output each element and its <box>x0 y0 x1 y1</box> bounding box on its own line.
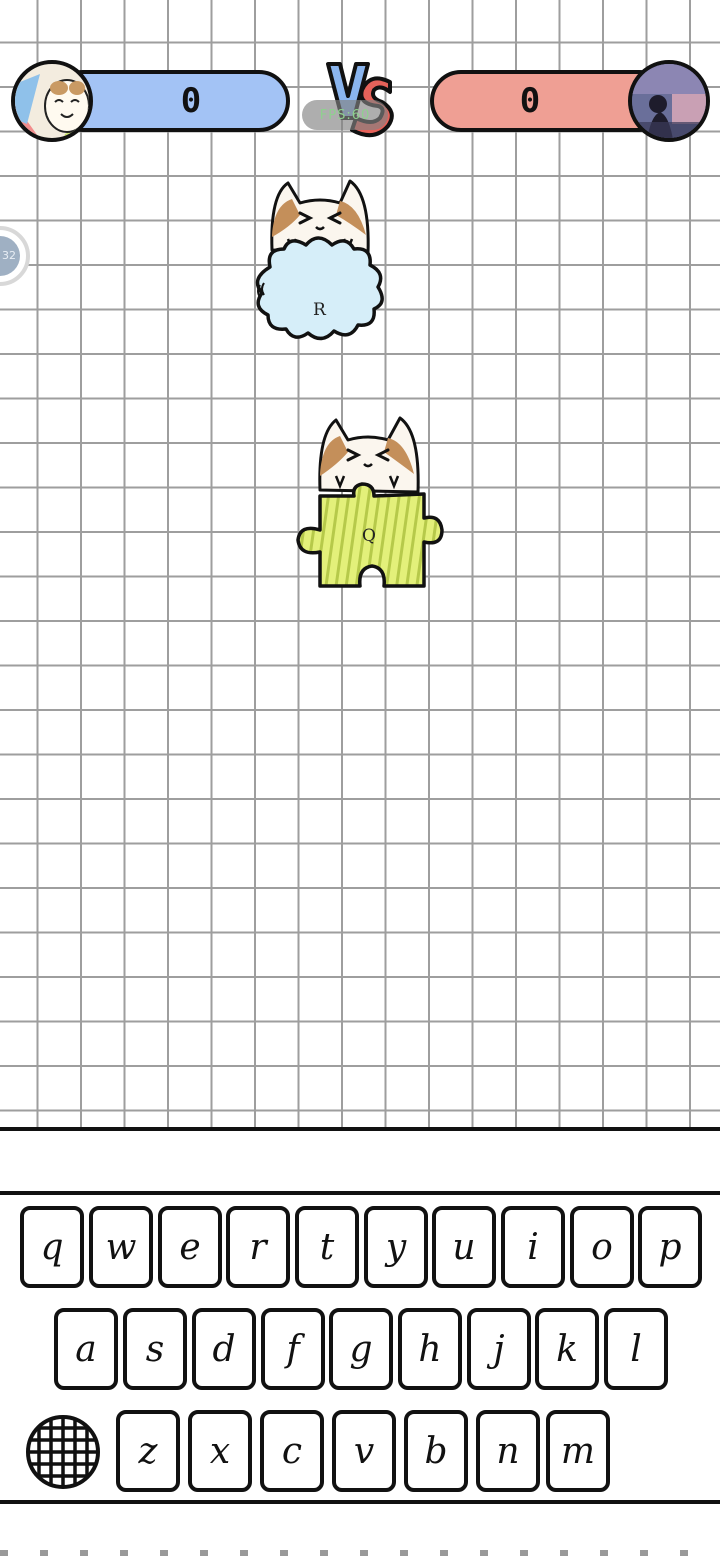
player-avatar[interactable] <box>11 60 93 142</box>
puzzle-letter: Q <box>362 526 376 546</box>
key-q[interactable]: q <box>20 1206 84 1288</box>
key-s[interactable]: s <box>123 1308 187 1390</box>
key-z[interactable]: z <box>116 1410 180 1492</box>
key-w[interactable]: w <box>89 1206 153 1288</box>
key-y[interactable]: y <box>364 1206 428 1288</box>
key-h[interactable]: h <box>398 1308 462 1390</box>
key-f[interactable]: f <box>261 1308 325 1390</box>
key-o[interactable]: o <box>570 1206 634 1288</box>
key-b[interactable]: b <box>404 1410 468 1492</box>
key-p[interactable]: p <box>638 1206 702 1288</box>
player-score: 0 <box>180 81 202 121</box>
keyboard-row-3: z x c v b n m <box>0 1410 720 1494</box>
key-v[interactable]: v <box>332 1410 396 1492</box>
keyboard-row-2: a s d f g h j k l <box>0 1308 720 1392</box>
key-u[interactable]: u <box>432 1206 496 1288</box>
side-handle-label: 32 <box>0 236 20 276</box>
key-e[interactable]: e <box>158 1206 222 1288</box>
key-d[interactable]: d <box>192 1308 256 1390</box>
fps-label: FPS:60 <box>319 107 371 123</box>
cat-puzzle-icon <box>296 416 444 588</box>
key-g[interactable]: g <box>329 1308 393 1390</box>
key-x[interactable]: x <box>188 1410 252 1492</box>
key-t[interactable]: t <box>295 1206 359 1288</box>
key-k[interactable]: k <box>535 1308 599 1390</box>
key-j[interactable]: j <box>467 1308 531 1390</box>
key-c[interactable]: c <box>260 1410 324 1492</box>
key-l[interactable]: l <box>604 1308 668 1390</box>
bottom-dash-decoration <box>0 1550 720 1556</box>
opponent-score: 0 <box>519 81 541 121</box>
opponent-avatar[interactable] <box>628 60 710 142</box>
cat-cloud-icon <box>255 179 384 341</box>
fps-counter: FPS:60 <box>302 100 388 130</box>
keyboard-row-1: q w e r t y u i o p <box>0 1206 720 1290</box>
keyboard-top-border <box>0 1191 720 1195</box>
key-m[interactable]: m <box>546 1410 610 1492</box>
key-i[interactable]: i <box>501 1206 565 1288</box>
falling-word-puzzle: Q <box>290 400 450 595</box>
key-n[interactable]: n <box>476 1410 540 1492</box>
cloud-letter: R <box>313 300 326 320</box>
play-field-divider <box>0 1127 720 1131</box>
key-a[interactable]: a <box>54 1308 118 1390</box>
keyboard-bottom-border <box>0 1500 720 1504</box>
key-r[interactable]: r <box>226 1206 290 1288</box>
falling-word-cloud: R <box>240 175 400 375</box>
